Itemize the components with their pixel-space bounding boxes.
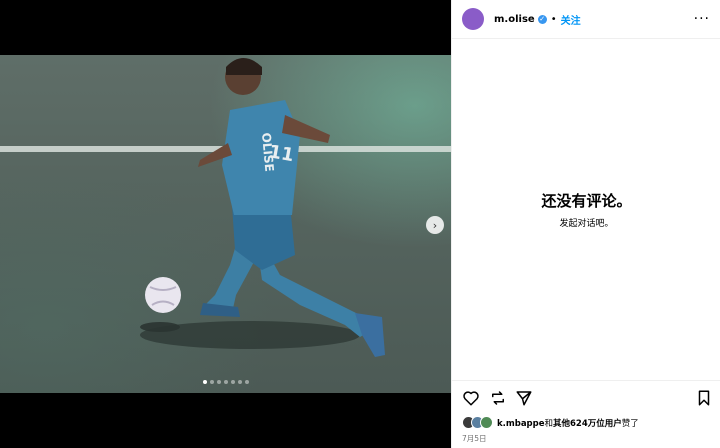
avatar[interactable]	[462, 8, 484, 30]
likes-others[interactable]: 其他624万位用户	[553, 419, 622, 429]
verified-badge-icon: ✓	[537, 14, 547, 24]
bookmark-icon[interactable]	[695, 389, 713, 407]
carousel-dots	[0, 380, 451, 384]
likes-suffix: 赞了	[621, 418, 639, 429]
carousel-dot	[216, 380, 221, 384]
post-side-panel: m.olise ✓ • 关注 ··· 还没有评论。 发起对话吧。 k.mbapp…	[451, 0, 720, 448]
carousel-dot	[237, 380, 242, 384]
post-media: OLISE 11 ›	[0, 0, 451, 448]
post-date: 7月5日	[462, 434, 487, 443]
post-actions	[452, 380, 720, 414]
liker-avatar	[480, 416, 493, 429]
empty-comments-title: 还没有评论。	[541, 192, 632, 210]
empty-comments: 还没有评论。 发起对话吧。	[452, 190, 720, 229]
carousel-dot	[223, 380, 228, 384]
post-header: m.olise ✓ • 关注 ···	[452, 0, 720, 39]
likes-connector: 和	[544, 418, 554, 429]
carousel-dot	[202, 380, 207, 384]
repost-icon[interactable]	[489, 389, 507, 407]
username[interactable]: m.olise	[494, 14, 535, 25]
more-options-icon[interactable]: ···	[694, 11, 710, 27]
jersey-number: 11	[267, 141, 295, 166]
chevron-right-icon: ›	[432, 218, 438, 232]
football-player-image: OLISE 11	[0, 58, 451, 357]
likes-summary[interactable]: k.mbappe和其他624万位用户赞了	[462, 416, 639, 429]
post-photo: OLISE 11	[0, 55, 451, 393]
likes-text: k.mbappe和其他624万位用户赞了	[497, 417, 639, 429]
heart-icon[interactable]	[462, 389, 480, 407]
follow-button[interactable]: 关注	[561, 12, 581, 27]
carousel-dot	[244, 380, 249, 384]
carousel-next-button[interactable]: ›	[426, 216, 444, 234]
empty-comments-subtitle: 发起对话吧。	[559, 219, 614, 229]
liker-username[interactable]: k.mbappe	[497, 419, 545, 429]
carousel-dot	[209, 380, 214, 384]
carousel-dot	[230, 380, 235, 384]
separator: •	[550, 13, 557, 25]
share-icon[interactable]	[515, 389, 533, 407]
